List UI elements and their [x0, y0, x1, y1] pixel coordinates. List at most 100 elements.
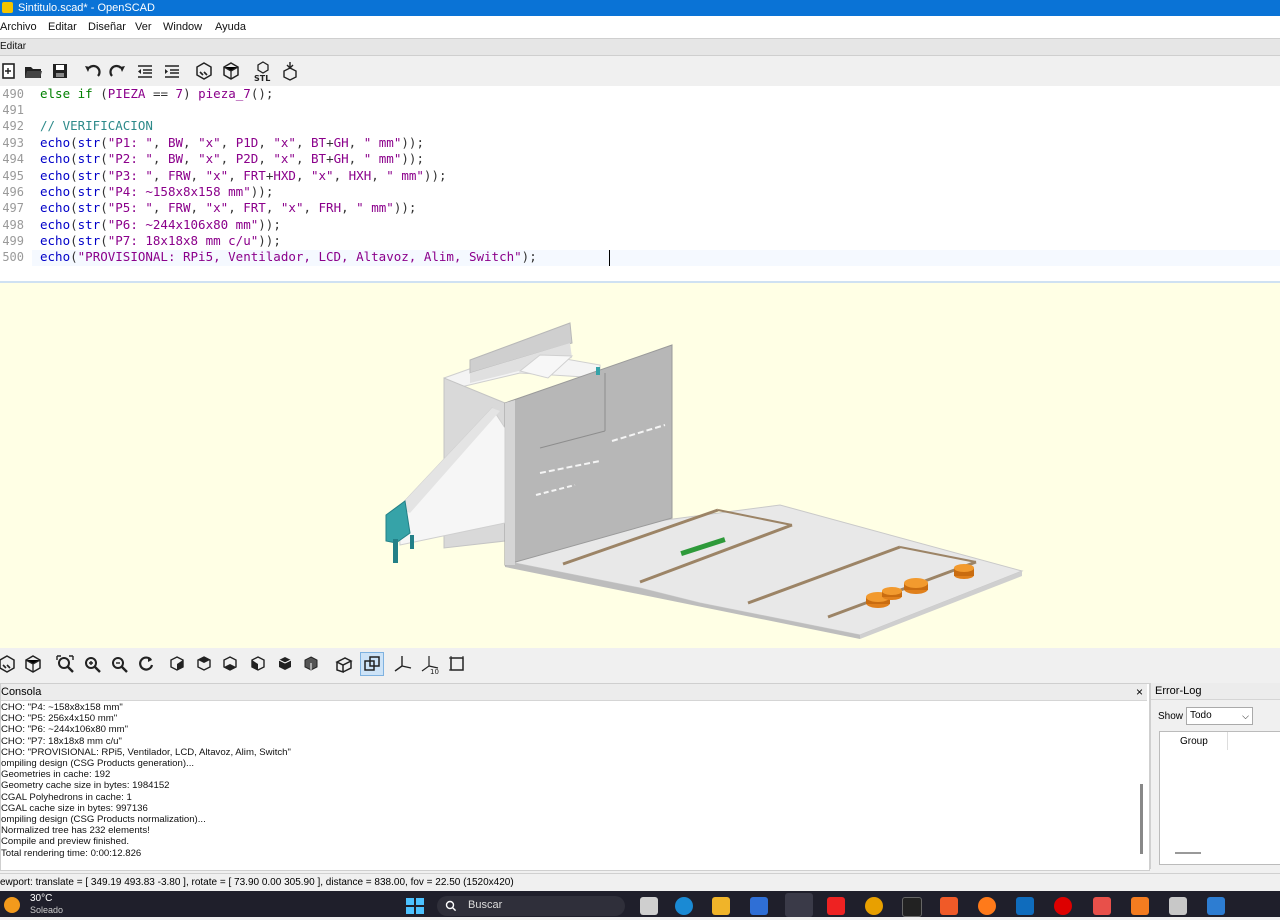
line-number: 496 — [2, 185, 24, 199]
show-scale-icon[interactable]: 10 — [419, 653, 441, 676]
view-left-icon[interactable] — [247, 653, 269, 675]
error-log-panel: Error-Log Show Todo ⌵ Group — [1150, 683, 1280, 869]
windows-start-icon[interactable] — [405, 897, 425, 915]
task-view-icon[interactable] — [640, 897, 658, 915]
menu-ver[interactable]: Ver — [135, 16, 152, 38]
view-bottom-icon[interactable] — [219, 653, 241, 675]
send-to-print-icon[interactable] — [279, 60, 301, 82]
console-line: CHO: "P7: 18x18x8 mm c/u" — [1, 735, 122, 747]
line-number: 498 — [2, 218, 24, 232]
chevron-down-icon: ⌵ — [1242, 711, 1249, 721]
menu-window[interactable]: Window — [163, 16, 202, 38]
console-panel: Consola × CHO: "P4: ~158x8x158 mm" CHO: … — [0, 683, 1150, 871]
weather-condition[interactable]: Soleado — [30, 905, 63, 915]
code-editor[interactable]: 490 491 492 493 494 495 496 497 498 499 … — [0, 86, 1280, 283]
group-column-header[interactable]: Group — [1180, 736, 1208, 747]
menu-disenar[interactable]: Diseñar — [88, 16, 126, 38]
show-filter-select[interactable]: Todo ⌵ — [1186, 707, 1253, 725]
orthogonal-icon[interactable] — [360, 652, 384, 676]
code-line: echo(str("P5: ", FRW, "x", FRT, "x", FRH… — [40, 200, 417, 215]
taskbar-search-box[interactable]: Buscar — [437, 896, 625, 916]
line-number: 491 — [2, 103, 24, 117]
console-line: CHO: "P6: ~244x106x80 mm" — [1, 724, 129, 736]
view-all-icon[interactable] — [54, 653, 76, 675]
redo-icon[interactable] — [107, 60, 129, 82]
view-top-icon[interactable] — [193, 653, 215, 675]
menu-ayuda[interactable]: Ayuda — [215, 16, 246, 38]
app-icon[interactable] — [1131, 897, 1149, 915]
scroll-grip[interactable] — [1175, 852, 1201, 854]
windows-taskbar: 30°C Soleado Buscar — [0, 891, 1280, 917]
chrome-icon[interactable] — [865, 897, 883, 915]
view-right-icon[interactable] — [166, 653, 188, 675]
unindent-icon[interactable] — [134, 60, 156, 82]
3d-model-render — [385, 322, 1024, 639]
code-line: echo(str("P6: ~244x106x80 mm")); — [40, 217, 281, 232]
new-file-icon[interactable] — [0, 60, 20, 82]
view-toolbar: 10 — [0, 650, 1280, 680]
view-front-icon[interactable] — [274, 653, 296, 675]
3d-viewport[interactable] — [0, 283, 1280, 648]
indent-icon[interactable] — [161, 60, 183, 82]
save-icon[interactable] — [49, 60, 71, 82]
svg-text:10: 10 — [430, 668, 439, 675]
view-back-icon[interactable] — [300, 653, 322, 675]
sun-icon[interactable] — [4, 897, 20, 913]
code-line: // VERIFICACION — [40, 118, 153, 133]
menu-editar[interactable]: Editar — [48, 16, 77, 38]
close-icon[interactable]: × — [1136, 684, 1143, 700]
export-stl-icon[interactable]: STL — [252, 60, 274, 83]
undo-icon[interactable] — [81, 60, 103, 82]
search-icon — [445, 900, 457, 912]
brave-icon[interactable] — [940, 897, 958, 915]
line-number: 497 — [2, 201, 24, 215]
vivaldi-icon[interactable] — [1093, 897, 1111, 915]
line-number: 492 — [2, 119, 24, 133]
zoom-out-icon[interactable] — [108, 653, 130, 675]
firefox-icon[interactable] — [978, 897, 996, 915]
code-line: echo(str("P7: 18x18x8 mm c/u")); — [40, 233, 281, 248]
amazon-icon[interactable] — [902, 897, 922, 917]
store-icon[interactable] — [750, 897, 768, 915]
youtube-icon[interactable] — [827, 897, 845, 915]
zoom-in-icon[interactable] — [81, 653, 103, 675]
menu-archivo[interactable]: Archivo — [0, 16, 37, 38]
perspective-icon[interactable] — [333, 653, 355, 675]
line-number: 490 — [2, 87, 24, 101]
console-header: Consola × — [1, 684, 1147, 701]
error-log-title: Error-Log — [1155, 685, 1202, 697]
search-placeholder: Buscar — [468, 899, 503, 911]
code-line: echo(str("P2: ", BW, "x", P2D, "x", BT+G… — [40, 151, 424, 166]
line-number: 499 — [2, 234, 24, 248]
console-line: CHO: "PROVISIONAL: RPi5, Ventilador, LCD… — [1, 746, 291, 758]
edge-browser-icon[interactable] — [675, 897, 693, 915]
photos-icon[interactable] — [1207, 897, 1225, 915]
line-number: 500 — [2, 250, 24, 264]
open-file-icon[interactable] — [22, 60, 44, 82]
column-divider — [1227, 732, 1228, 750]
reset-view-icon[interactable] — [135, 653, 157, 675]
editor-tab-label[interactable]: Editar — [0, 41, 26, 52]
error-log-table[interactable]: Group — [1159, 731, 1280, 865]
code-line: echo(str("P1: ", BW, "x", P1D, "x", BT+G… — [40, 135, 424, 150]
window-title: Sintitulo.scad* - OpenSCAD — [18, 2, 155, 14]
render-icon[interactable] — [220, 60, 242, 82]
openscad-taskbar-icon[interactable] — [785, 893, 813, 917]
render-icon[interactable] — [22, 653, 44, 675]
editor-dock-title: Editar — [0, 38, 1280, 56]
file-explorer-icon[interactable] — [712, 897, 730, 915]
weather-temperature[interactable]: 30°C — [30, 893, 52, 904]
show-edges-icon[interactable] — [446, 653, 468, 675]
code-line: echo(str("P4: ~158x8x158 mm")); — [40, 184, 274, 199]
console-output[interactable]: CHO: "P4: ~158x8x158 mm" CHO: "P5: 256x4… — [1, 702, 1131, 868]
show-axes-icon[interactable] — [392, 653, 414, 675]
editor-toolbar: STL — [0, 56, 1280, 86]
preview-icon[interactable] — [0, 653, 18, 675]
console-title: Consola — [1, 686, 42, 698]
outlook-icon[interactable] — [1016, 897, 1034, 915]
console-scrollbar[interactable] — [1140, 784, 1143, 854]
preview-icon[interactable] — [193, 60, 215, 82]
opera-icon[interactable] — [1054, 897, 1072, 915]
app-icon[interactable] — [1169, 897, 1187, 915]
show-filter-value: Todo — [1190, 710, 1212, 721]
